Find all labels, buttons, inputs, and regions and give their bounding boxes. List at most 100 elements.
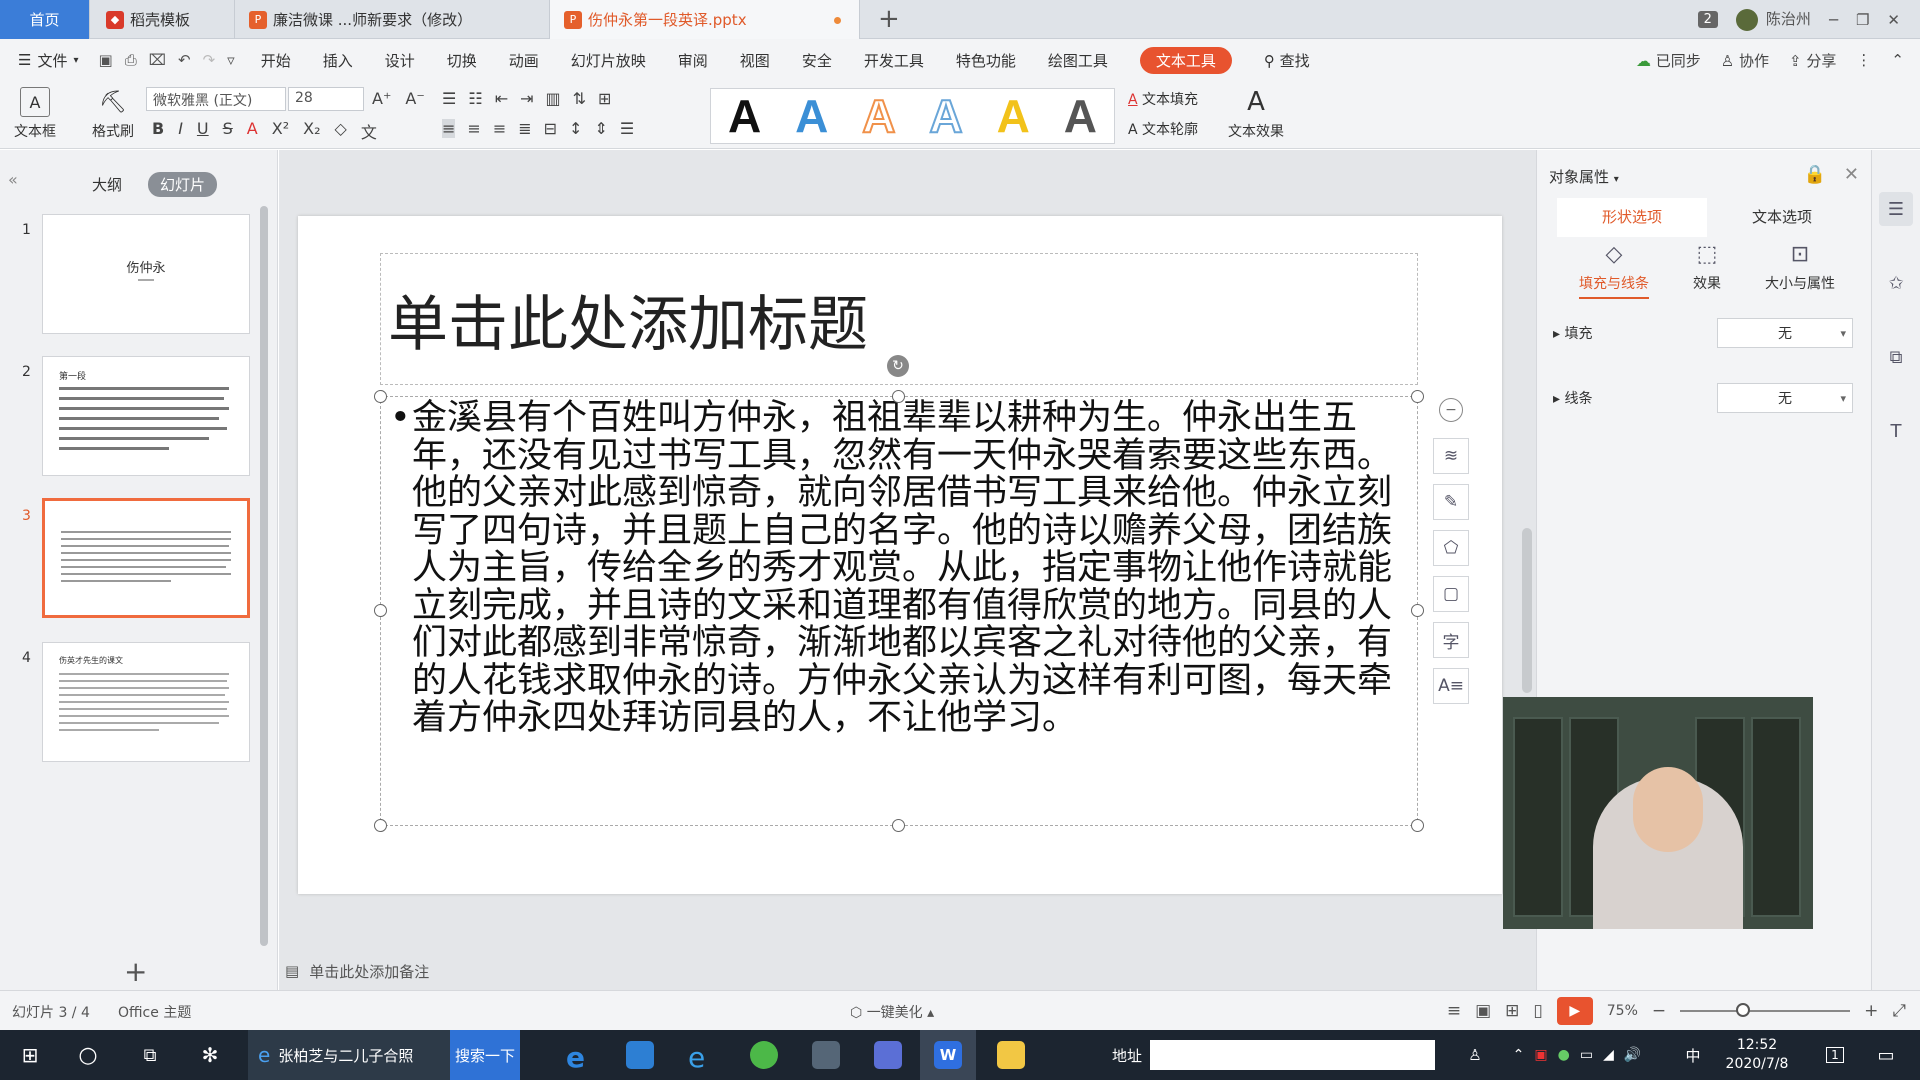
rotate-handle-icon[interactable]: ↻ xyxy=(887,355,909,377)
fill-select[interactable]: 无 xyxy=(1717,318,1853,348)
fit-window-icon[interactable]: ⤢ xyxy=(1892,1001,1906,1021)
font-size-select[interactable]: 28 xyxy=(288,87,364,111)
line-label[interactable]: ▸ 线条 xyxy=(1553,388,1717,408)
decrease-indent-icon[interactable]: ⇤ xyxy=(495,89,508,108)
text-outline-button[interactable]: A 文本轮廓 xyxy=(1128,119,1198,139)
network-icon[interactable]: ◢ xyxy=(1603,1047,1614,1063)
volume-icon[interactable]: 🔊 xyxy=(1624,1047,1641,1063)
zoom-level[interactable]: 75% xyxy=(1607,1003,1638,1019)
wps-writer-icon[interactable]: W xyxy=(920,1030,976,1080)
notes-toggle-icon[interactable]: ≡ xyxy=(1447,1001,1461,1021)
slide-body-text[interactable]: 金溪县有个百姓叫方仲永，祖祖辈辈以耕种为生。仲永出生五年，还没有见过书写工具，忽… xyxy=(390,399,1410,738)
search-go-button[interactable]: 搜索一下 xyxy=(450,1030,520,1080)
zoom-out-icon[interactable]: − xyxy=(1652,1001,1666,1021)
tab-outline[interactable]: 大纲 xyxy=(80,172,134,197)
para-spacing-icon[interactable]: ⇕ xyxy=(594,119,607,138)
menu-transition[interactable]: 切换 xyxy=(447,50,477,71)
play-slideshow-button[interactable]: ▶ xyxy=(1556,997,1593,1025)
align-right-icon[interactable]: ≡ xyxy=(493,119,506,138)
text-direction-icon[interactable]: ⇅ xyxy=(573,89,586,108)
italic-icon[interactable]: I xyxy=(178,119,183,143)
menu-security[interactable]: 安全 xyxy=(802,50,832,71)
bold-icon[interactable]: B xyxy=(152,119,164,143)
align-center-icon[interactable]: ≡ xyxy=(467,119,480,138)
font-color-icon[interactable]: A xyxy=(247,119,258,143)
increase-indent-icon[interactable]: ⇥ xyxy=(520,89,533,108)
user-account[interactable]: 陈治州 xyxy=(1735,8,1811,31)
camera-app-icon[interactable] xyxy=(804,1030,848,1080)
subscript-icon[interactable]: X₂ xyxy=(303,119,320,143)
justify-icon[interactable]: ≣ xyxy=(518,119,531,138)
cortana-search-icon[interactable]: ○ xyxy=(68,1030,108,1080)
menu-text-tools[interactable]: 文本工具 xyxy=(1139,46,1232,74)
text-rail-icon[interactable]: T xyxy=(1879,414,1913,448)
zoom-slider[interactable] xyxy=(1680,1003,1851,1017)
subtab-fill-line[interactable]: ◇ 填充与线条 xyxy=(1579,242,1649,299)
address-input[interactable] xyxy=(1150,1040,1435,1070)
windows-start-icon[interactable]: ⊞ xyxy=(10,1030,50,1080)
resize-handle[interactable] xyxy=(1411,819,1424,832)
menu-view[interactable]: 视图 xyxy=(740,50,770,71)
format-painter-button[interactable]: ⛏ 格式刷 xyxy=(92,87,134,141)
edge-browser-icon[interactable]: e xyxy=(558,1030,602,1080)
slide-scrollbar[interactable] xyxy=(1522,528,1532,693)
eraser-icon[interactable]: ◇ xyxy=(335,119,347,143)
360-browser-icon[interactable] xyxy=(742,1030,786,1080)
save-icon[interactable]: ▣ xyxy=(99,51,113,69)
window-count-badge[interactable]: 2 xyxy=(1697,11,1718,28)
text-style-preset-1[interactable]: A xyxy=(718,89,772,143)
file-menu[interactable]: ☰ 文件 ▾ xyxy=(18,50,79,71)
collapse-ribbon-icon[interactable]: ⌃ xyxy=(1891,51,1904,69)
subtab-size[interactable]: ⊡ 大小与属性 xyxy=(1765,242,1835,299)
tab-doc-lianjie[interactable]: P 廉洁微课 ...师新要求（修改） xyxy=(235,0,550,39)
text-style-preset-4[interactable]: A xyxy=(919,89,973,143)
line-select[interactable]: 无 xyxy=(1717,383,1853,413)
menu-home[interactable]: 开始 xyxy=(261,50,291,71)
text-style-preset-2[interactable]: A xyxy=(785,89,839,143)
fill-bucket-icon[interactable]: ⬠ xyxy=(1433,530,1469,566)
undo-icon[interactable]: ↶ xyxy=(178,51,191,69)
redo-icon[interactable]: ↷ xyxy=(203,51,216,69)
fill-label[interactable]: ▸ 填充 xyxy=(1553,323,1717,343)
reading-view-icon[interactable]: ▯ xyxy=(1533,1001,1542,1021)
menu-developer[interactable]: 开发工具 xyxy=(864,50,924,71)
para-settings-icon[interactable]: ☰ xyxy=(620,119,634,138)
text-style-preset-3[interactable]: A xyxy=(852,89,906,143)
menu-slideshow[interactable]: 幻灯片放映 xyxy=(571,50,646,71)
ie-browser-icon[interactable]: e xyxy=(680,1030,724,1080)
slide-thumbnail-4[interactable]: 伤英才先生的课文 xyxy=(42,642,250,762)
collapse-pane-icon[interactable]: « xyxy=(8,170,18,189)
close-icon[interactable]: ✕ xyxy=(1844,164,1859,185)
resize-handle[interactable] xyxy=(374,604,387,617)
ime-indicator[interactable]: 中 xyxy=(1680,1030,1706,1080)
battery-icon[interactable]: ▭ xyxy=(1580,1047,1593,1063)
tab-active-document[interactable]: P 伤仲永第一段英译.pptx xyxy=(550,0,860,39)
resize-handle[interactable] xyxy=(374,819,387,832)
columns-icon[interactable]: ▥ xyxy=(546,89,561,108)
new-tab-button[interactable]: + xyxy=(878,4,900,34)
text-style-preset-6[interactable]: A xyxy=(1053,89,1107,143)
menu-features[interactable]: 特色功能 xyxy=(956,50,1016,71)
clock[interactable]: 12:52 2020/7/8 xyxy=(1712,1030,1802,1080)
pen-icon[interactable]: ✎ xyxy=(1433,484,1469,520)
props-title[interactable]: 对象属性 ▾ xyxy=(1549,166,1619,187)
minimize-icon[interactable]: ─ xyxy=(1829,11,1838,29)
phonetic-icon[interactable]: 文 xyxy=(361,119,377,143)
menu-review[interactable]: 审阅 xyxy=(678,50,708,71)
notification-count[interactable]: 1 xyxy=(1818,1030,1852,1080)
notes-bar[interactable]: ▤ 单击此处添加备注 xyxy=(285,953,429,989)
layers-icon[interactable]: ≋ xyxy=(1433,438,1469,474)
text-effect-button[interactable]: A 文本效果 xyxy=(1228,87,1284,141)
bullet-list-icon[interactable]: ☰ xyxy=(442,89,456,108)
line-spacing-icon[interactable]: ↕ xyxy=(569,119,582,138)
layers-rail-icon[interactable]: ⧉ xyxy=(1879,340,1913,374)
tab-home[interactable]: 首页 xyxy=(0,0,90,39)
sync-button[interactable]: ☁ 已同步 xyxy=(1636,50,1701,71)
share-button[interactable]: ⇪ 分享 xyxy=(1789,50,1836,71)
align-text-icon[interactable]: ⊞ xyxy=(598,89,611,108)
file-explorer-icon[interactable] xyxy=(986,1030,1036,1080)
frame-icon[interactable]: ▢ xyxy=(1433,576,1469,612)
resize-handle[interactable] xyxy=(1411,390,1424,403)
text-wrap-icon[interactable]: A≡ xyxy=(1433,668,1469,704)
collapse-toolbar-icon[interactable]: − xyxy=(1439,398,1463,422)
